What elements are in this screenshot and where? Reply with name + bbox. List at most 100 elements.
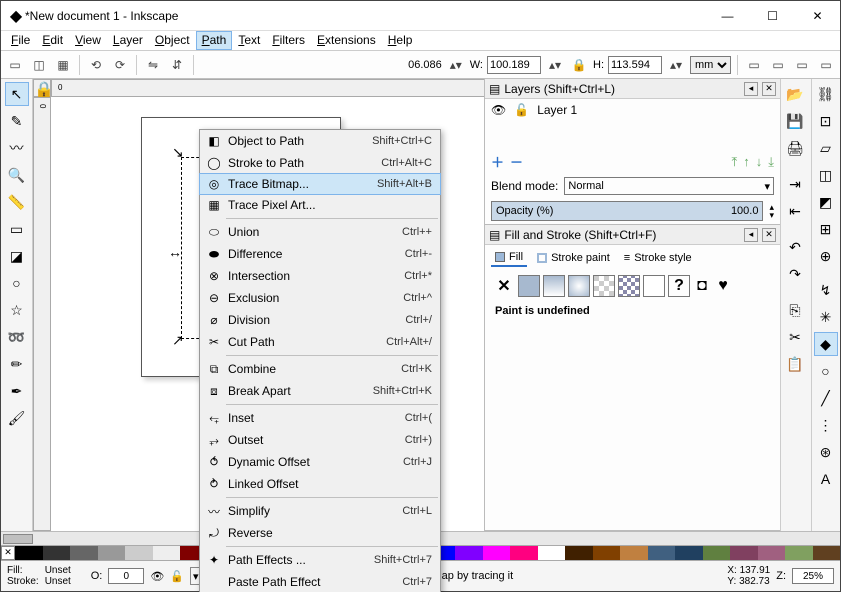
lock-icon[interactable]: 🔓 [170, 570, 184, 583]
pen-tool[interactable]: ✒ [5, 379, 29, 403]
panel-close-button[interactable]: ✕ [762, 82, 776, 96]
palette-swatch[interactable] [15, 546, 43, 560]
spinner-icon[interactable]: ▴▾ [446, 55, 466, 75]
visibility-icon[interactable]: 👁 [491, 103, 506, 117]
flip-v-icon[interactable]: ⇵ [167, 55, 187, 75]
menuitem-reverse[interactable]: ⤾Reverse [200, 522, 440, 544]
menuitem-inset[interactable]: ⥆InsetCtrl+( [200, 407, 440, 429]
open-icon[interactable]: 📂 [783, 82, 807, 106]
menuitem-combine[interactable]: ⧉CombineCtrl+K [200, 358, 440, 380]
menu-help[interactable]: Help [382, 31, 419, 50]
paint-flat-button[interactable] [518, 275, 540, 297]
blend-mode-select[interactable]: Normal▾ [564, 177, 774, 195]
menuitem-trace-bitmap-[interactable]: ◎Trace Bitmap...Shift+Alt+B [199, 173, 441, 195]
affect-icon[interactable]: ▭ [768, 55, 788, 75]
unit-select[interactable]: mm [690, 56, 731, 74]
star-tool[interactable]: ☆ [5, 298, 29, 322]
affect-icon[interactable]: ▭ [792, 55, 812, 75]
snap-path-icon[interactable]: ↯ [814, 278, 838, 302]
calligraphy-tool[interactable]: 🖌 [5, 406, 29, 430]
node-tool[interactable]: ✎ [5, 109, 29, 133]
snap-mid-icon[interactable]: ⊞ [814, 217, 838, 241]
opacity-slider[interactable]: Opacity (%) 100.0 [491, 201, 763, 221]
menuitem-difference[interactable]: ⬬DifferenceCtrl+- [200, 243, 440, 265]
menu-text[interactable]: Text [232, 31, 266, 50]
redo-icon[interactable]: ↷ [783, 262, 807, 286]
menuitem-simplify[interactable]: 〰SimplifyCtrl+L [200, 500, 440, 522]
palette-swatch[interactable] [813, 546, 841, 560]
lock-icon[interactable]: 🔓 [514, 103, 529, 117]
zoom-tool[interactable]: 🔍 [5, 163, 29, 187]
snap-center-icon[interactable]: ⊕ [814, 244, 838, 268]
snap-corner-icon[interactable]: ◩ [814, 190, 838, 214]
snap-rot-icon[interactable]: ⊛ [814, 440, 838, 464]
tb-icon[interactable]: ▭ [5, 55, 25, 75]
paint-swatch-button[interactable] [618, 275, 640, 297]
paint-none-button[interactable]: ✕ [493, 275, 515, 297]
menuitem-exclusion[interactable]: ⊖ExclusionCtrl+^ [200, 287, 440, 309]
flip-h-icon[interactable]: ⇋ [143, 55, 163, 75]
panel-grip-icon[interactable]: ▤ [489, 228, 500, 242]
print-icon[interactable]: 🖨 [783, 136, 807, 160]
palette-swatch[interactable] [620, 546, 648, 560]
palette-swatch[interactable] [675, 546, 703, 560]
layer-item-label[interactable]: Layer 1 [537, 103, 577, 117]
palette-swatch[interactable] [648, 546, 676, 560]
palette-swatch[interactable] [153, 546, 181, 560]
stroke-value[interactable]: Unset [45, 576, 85, 587]
snap-smooth-icon[interactable]: ○ [814, 359, 838, 383]
menuitem-break-apart[interactable]: ⧈Break ApartShift+Ctrl+K [200, 380, 440, 402]
resize-handle-nw[interactable]: ↘ [172, 144, 182, 154]
palette-swatch[interactable] [785, 546, 813, 560]
w-input[interactable] [487, 56, 541, 74]
palette-swatch[interactable] [43, 546, 71, 560]
paint-linear-button[interactable] [543, 275, 565, 297]
palette-none[interactable]: ✕ [1, 546, 15, 560]
menu-view[interactable]: View [69, 31, 107, 50]
menuitem-object-to-path[interactable]: ◧Object to PathShift+Ctrl+C [200, 130, 440, 152]
palette-swatch[interactable] [593, 546, 621, 560]
spinner-icon[interactable]: ▴▾ [769, 203, 774, 219]
fill-rule-nonzero-icon[interactable]: ♥ [714, 275, 732, 297]
layer-down-button[interactable]: ↓ [756, 154, 763, 169]
menuitem-paste-path-effect[interactable]: Paste Path EffectCtrl+7 [200, 571, 440, 592]
snap-node-icon[interactable]: ⊡ [814, 109, 838, 133]
menuitem-stroke-to-path[interactable]: ◯Stroke to PathCtrl+Alt+C [200, 152, 440, 174]
maximize-button[interactable]: ☐ [750, 1, 795, 30]
snap-cusp-icon[interactable]: ◆ [814, 332, 838, 356]
panel-grip-icon[interactable]: ▤ [489, 82, 500, 96]
3dbox-tool[interactable]: ◪ [5, 244, 29, 268]
pencil-tool[interactable]: ✏ [5, 352, 29, 376]
layer-bottom-button[interactable]: ⤓ [768, 154, 774, 170]
affect-icon[interactable]: ▭ [816, 55, 836, 75]
close-button[interactable]: ✕ [795, 1, 840, 30]
menuitem-intersection[interactable]: ⊗IntersectionCtrl+* [200, 265, 440, 287]
tab-stroke-style[interactable]: ≡Stroke style [620, 249, 696, 267]
menu-edit[interactable]: Edit [36, 31, 69, 50]
save-icon[interactable]: 💾 [783, 109, 807, 133]
snap-edge-icon[interactable]: ◫ [814, 163, 838, 187]
snap-text-icon[interactable]: A [814, 467, 838, 491]
menuitem-cut-path[interactable]: ✂Cut PathCtrl+Alt+/ [200, 331, 440, 353]
snap-enable-icon[interactable]: ⛓ [814, 82, 838, 106]
layer-list[interactable]: 👁 🔓 Layer 1 [485, 99, 780, 149]
affect-icon[interactable]: ▭ [744, 55, 764, 75]
rotate-ccw-icon[interactable]: ⟲ [86, 55, 106, 75]
menu-path[interactable]: Path [196, 31, 233, 50]
ellipse-tool[interactable]: ○ [5, 271, 29, 295]
fill-rule-evenodd-icon[interactable]: ◘ [693, 275, 711, 297]
rect-tool[interactable]: ▭ [5, 217, 29, 241]
menuitem-linked-offset[interactable]: ⥁Linked Offset [200, 473, 440, 495]
snap-bbox-icon[interactable]: ▱ [814, 136, 838, 160]
h-input[interactable] [608, 56, 662, 74]
palette-swatch[interactable] [703, 546, 731, 560]
palette-swatch[interactable] [538, 546, 566, 560]
spiral-tool[interactable]: ➿ [5, 325, 29, 349]
spinner-icon[interactable]: ▴▾ [666, 55, 686, 75]
resize-handle-w[interactable]: ↔ [168, 244, 178, 254]
palette-swatch[interactable] [510, 546, 538, 560]
menu-filters[interactable]: Filters [266, 31, 311, 50]
menuitem-trace-pixel-art-[interactable]: ▦Trace Pixel Art... [200, 194, 440, 216]
menuitem-path-effects-[interactable]: ✦Path Effects ...Shift+Ctrl+7 [200, 549, 440, 571]
menu-layer[interactable]: Layer [107, 31, 149, 50]
